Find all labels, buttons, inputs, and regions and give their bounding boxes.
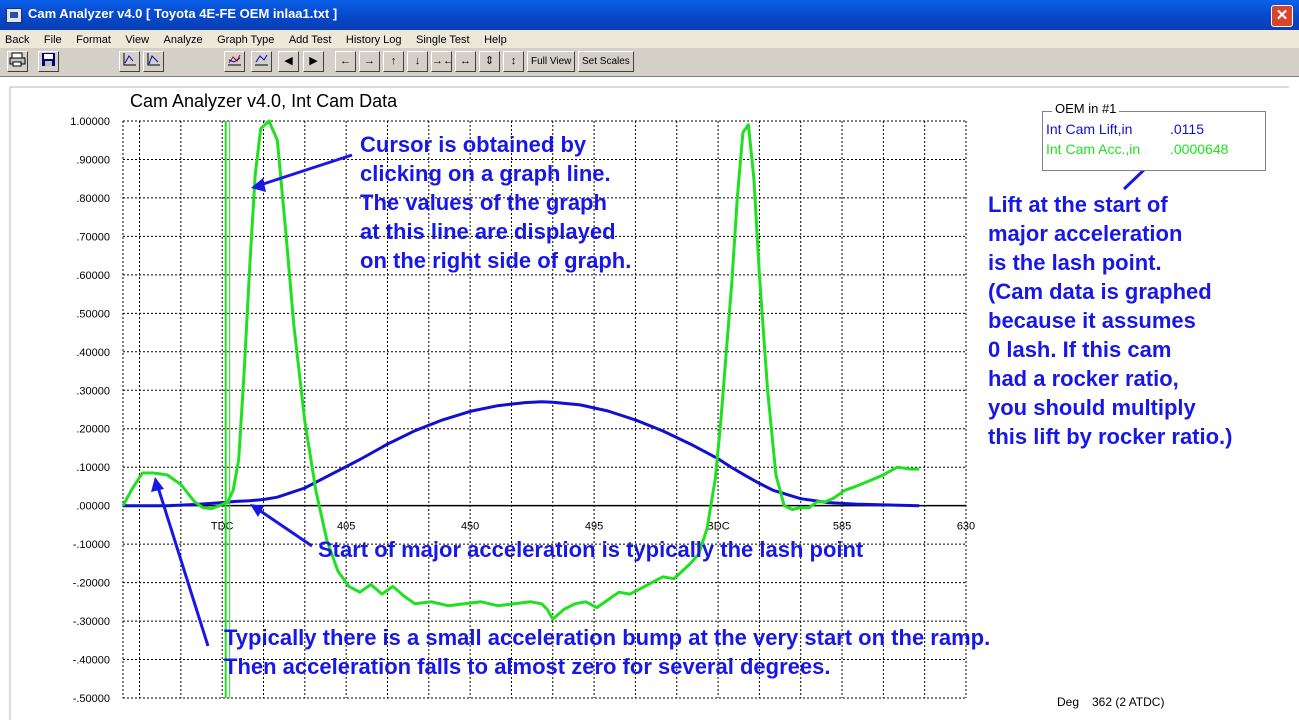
x-tick-label: 630: [957, 521, 975, 533]
y-tick-label: .30000: [76, 385, 110, 397]
cursor-annotation-line: at this line are displayed: [360, 219, 616, 244]
x-tick-label: 450: [461, 521, 479, 533]
lift-annotation-line: (Cam data is graphed: [988, 279, 1212, 304]
y-tick-label: .00000: [76, 501, 110, 513]
cursor-left-icon[interactable]: ◀: [278, 51, 299, 72]
x-tick-label: 585: [833, 521, 851, 533]
legend-lift-label: Int Cam Lift,in: [1046, 121, 1133, 137]
legend-lift-value: .0115: [1170, 121, 1204, 137]
y-tick-label: -.10000: [73, 539, 110, 551]
lift-annotation-line: is the lash point.: [988, 250, 1162, 275]
graph-type-a-icon[interactable]: [119, 51, 140, 72]
menu-help[interactable]: Help: [479, 32, 512, 46]
y-tick-label: .10000: [76, 462, 110, 474]
y-tick-label: .80000: [76, 193, 110, 205]
x-tick-label: BDC: [706, 521, 729, 533]
legend-acc-label: Int Cam Acc.,in: [1046, 141, 1141, 157]
menu-back[interactable]: Back: [0, 32, 34, 46]
deg-label: Deg: [1057, 695, 1080, 709]
y-tick-label: .20000: [76, 424, 110, 436]
lift-annotation-line: major acceleration: [988, 221, 1183, 246]
lift-annotation-line: you should multiply: [988, 395, 1196, 420]
expand-vertical-icon[interactable]: ↕: [503, 51, 524, 72]
start-annotation-arrow: [255, 506, 313, 548]
y-tick-label: .60000: [76, 270, 110, 282]
toolbar: ◀ ▶ ← → ↑ ↓ →← ↔ ⇕ ↕ Full View Set Scale…: [0, 48, 1299, 77]
window-title-bar[interactable]: Cam Analyzer v4.0 [ Toyota 4E-FE OEM inl…: [0, 0, 1299, 30]
menu-analyze[interactable]: Analyze: [159, 32, 208, 46]
cursor-right-icon[interactable]: ▶: [303, 51, 324, 72]
close-button[interactable]: ✕: [1271, 5, 1293, 27]
menu-view[interactable]: View: [120, 32, 154, 46]
legend-acc-value: .0000648: [1170, 141, 1229, 157]
menu-bar: Back File Format View Analyze Graph Type…: [0, 30, 1299, 48]
bump-annotation: Typically there is a small acceleration …: [224, 623, 990, 681]
menu-history-log[interactable]: History Log: [341, 32, 407, 46]
menu-format[interactable]: Format: [71, 32, 116, 46]
start-annotation: Start of major acceleration is typically…: [318, 537, 864, 562]
expand-horizontal-icon[interactable]: ↔: [455, 51, 476, 72]
lift-annotation-line: this lift by rocker ratio.): [988, 424, 1233, 449]
window-title: Cam Analyzer v4.0 [ Toyota 4E-FE OEM inl…: [28, 6, 338, 21]
menu-graph-type[interactable]: Graph Type: [212, 32, 279, 46]
y-tick-label: -.40000: [73, 655, 110, 667]
set-scales-button[interactable]: Set Scales: [578, 51, 634, 72]
arrow-right-icon[interactable]: →: [359, 51, 380, 72]
y-tick-label: -.50000: [73, 693, 110, 705]
floppy-save-icon[interactable]: [38, 51, 59, 72]
deg-value: 362 (2 ATDC): [1092, 695, 1165, 709]
y-tick-label: -.30000: [73, 616, 110, 628]
graph-type-b-icon[interactable]: [143, 51, 164, 72]
lift-annotation: Lift at the start of major acceleration …: [988, 190, 1233, 451]
cursor-annotation-line: on the right side of graph.: [360, 248, 632, 273]
cursor-annotation-line: Cursor is obtained by: [360, 132, 587, 157]
y-tick-label: .50000: [76, 308, 110, 320]
x-tick-label: 405: [337, 521, 355, 533]
lift-annotation-line: had a rocker ratio,: [988, 366, 1179, 391]
y-tick-label: -.20000: [73, 578, 110, 590]
bump-annotation-arrow: [155, 483, 210, 647]
arrow-up-icon[interactable]: ↑: [383, 51, 404, 72]
y-tick-label: 1.00000: [70, 116, 110, 128]
arrow-down-icon[interactable]: ↓: [407, 51, 428, 72]
cursor-layer: [224, 121, 231, 698]
chart-title: Cam Analyzer v4.0, Int Cam Data: [130, 91, 398, 111]
menu-add-test[interactable]: Add Test: [284, 32, 337, 46]
bump-annotation-arrowhead: [151, 477, 164, 492]
lift-annotation-line: Lift at the start of: [988, 192, 1168, 217]
cursor-annotation-line: The values of the graph: [360, 190, 607, 215]
arrow-left-icon[interactable]: ←: [335, 51, 356, 72]
chart-line-icon[interactable]: [251, 51, 272, 72]
lift-annotation-line: because it assumes: [988, 308, 1196, 333]
menu-single-test[interactable]: Single Test: [411, 32, 475, 46]
compress-vertical-icon[interactable]: ⇕: [479, 51, 500, 72]
cursor-annotation-line: clicking on a graph line.: [360, 161, 611, 186]
app-icon: [6, 8, 22, 23]
cursor-annotation: Cursor is obtained by clicking on a grap…: [360, 130, 631, 275]
full-view-button[interactable]: Full View: [527, 51, 576, 72]
y-tick-label: .40000: [76, 347, 110, 359]
compress-horizontal-icon[interactable]: →←: [431, 51, 454, 72]
menu-file[interactable]: File: [39, 32, 67, 46]
x-tick-label: 495: [585, 521, 603, 533]
y-tick-label: .70000: [76, 231, 110, 243]
chart-overlay-icon[interactable]: [224, 51, 245, 72]
legend-title: OEM in #1: [1052, 101, 1120, 116]
bump-annotation-line: Typically there is a small acceleration …: [224, 625, 991, 650]
y-tick-label: .90000: [76, 154, 110, 166]
lift-annotation-line: 0 lash. If this cam: [988, 337, 1172, 362]
printer-icon[interactable]: [7, 51, 28, 72]
bump-annotation-line: Then acceleration falls to almost zero f…: [224, 654, 831, 679]
